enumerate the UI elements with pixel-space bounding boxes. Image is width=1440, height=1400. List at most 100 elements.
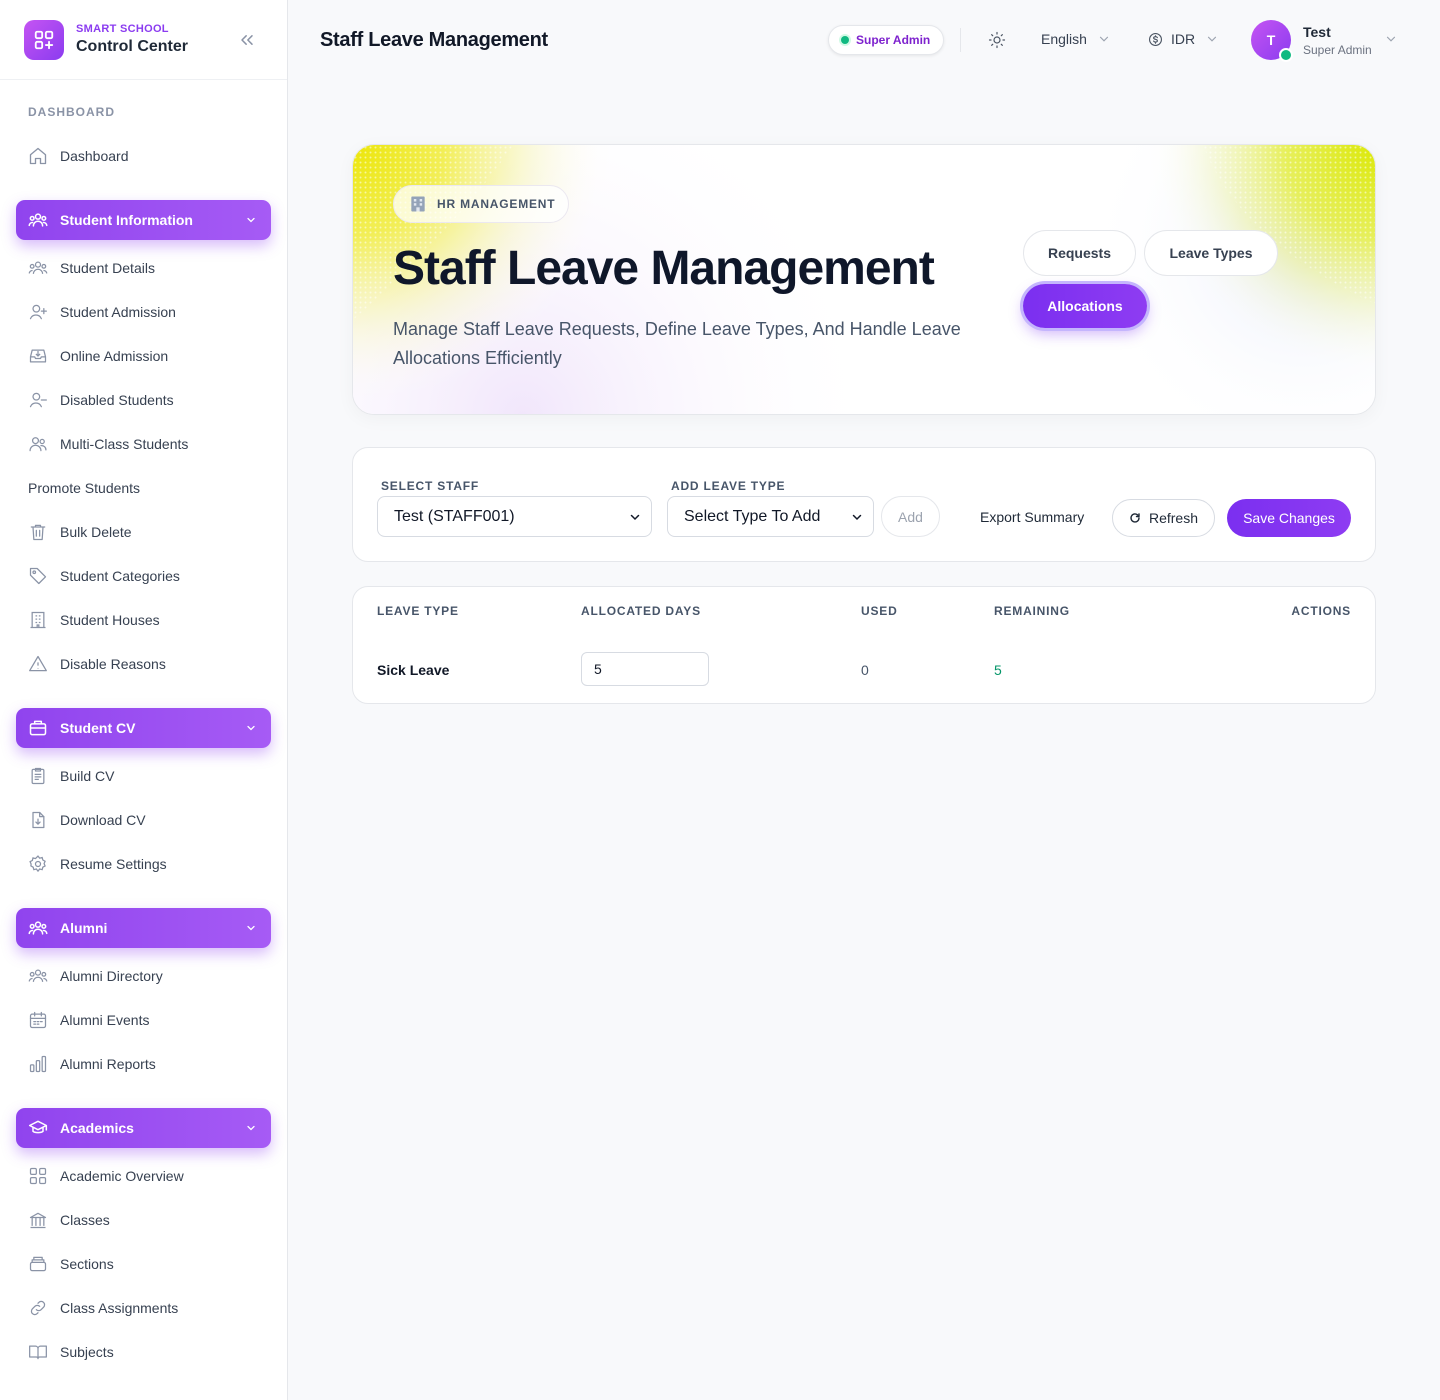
sidebar-item-label: Resume Settings (60, 856, 167, 872)
sidebar-item-label: Academic Overview (60, 1168, 184, 1184)
sidebar-item-build-cv[interactable]: Build CV (28, 764, 114, 788)
sidebar-item-promote-students[interactable]: Promote Students (28, 476, 140, 500)
user-minus-icon (28, 390, 48, 410)
sidebar-item-alumni-events[interactable]: Alumni Events (28, 1008, 149, 1032)
sidebar-item-label: Dashboard (60, 148, 129, 164)
sidebar: SMART SCHOOL Control Center DASHBOARD Da… (0, 0, 288, 1400)
sidebar-item-student-categories[interactable]: Student Categories (28, 564, 180, 588)
sidebar-item-alumni-reports[interactable]: Alumni Reports (28, 1052, 156, 1076)
sidebar-item-student-details[interactable]: Student Details (28, 256, 155, 280)
sidebar-item-sections[interactable]: Sections (28, 1252, 114, 1276)
sidebar-item-label: Alumni Reports (60, 1056, 156, 1072)
sidebar-item-disabled-students[interactable]: Disabled Students (28, 388, 174, 412)
online-status-icon (1279, 48, 1293, 62)
book-open-icon (28, 1342, 48, 1362)
user-group-icon (28, 434, 48, 454)
clipboard-document-icon (28, 766, 48, 786)
avatar-initial: T (1266, 32, 1276, 48)
leave-type-select-placeholder: Select Type To Add (684, 507, 821, 525)
sidebar-item-label: Student Houses (60, 612, 160, 628)
hero-tag-label: HR MANAGEMENT (437, 197, 556, 211)
briefcase-icon (28, 718, 48, 738)
user-role: Super Admin (1303, 43, 1372, 57)
topbar: Staff Leave Management Super Admin Engli… (288, 0, 1440, 80)
avatar[interactable]: T (1251, 20, 1293, 62)
refresh-button[interactable]: Refresh (1112, 499, 1215, 537)
language-label: English (1041, 31, 1087, 47)
staff-select[interactable]: Test (STAFF001) (377, 496, 652, 537)
leave-type-select-label: ADD LEAVE TYPE (671, 479, 786, 493)
sidebar-item-student-admission[interactable]: Student Admission (28, 300, 176, 324)
table-header-remaining: REMAINING (994, 604, 1070, 618)
sidebar-item-download-cv[interactable]: Download CV (28, 808, 146, 832)
sidebar-group-label: Alumni (60, 920, 108, 936)
sun-icon[interactable] (988, 31, 1006, 49)
brand-header: SMART SCHOOL Control Center (0, 0, 287, 80)
role-badge-label: Super Admin (856, 33, 931, 47)
sidebar-item-label: Class Assignments (60, 1300, 179, 1316)
leave-type-select[interactable]: Select Type To Add (667, 496, 874, 537)
cell-used: 0 (861, 662, 869, 678)
hero-title: Staff Leave Management (393, 242, 935, 295)
user-name[interactable]: Test (1303, 24, 1331, 40)
sidebar-item-bulk-delete[interactable]: Bulk Delete (28, 520, 132, 544)
sidebar-item-label: Disable Reasons (60, 656, 166, 672)
sidebar-item-alumni-directory[interactable]: Alumni Directory (28, 964, 163, 988)
staff-select-label: SELECT STAFF (381, 479, 480, 493)
collapse-sidebar-icon[interactable] (237, 30, 257, 50)
sidebar-item-label: Build CV (60, 768, 115, 784)
nav-heading-dashboard: DASHBOARD (28, 105, 115, 119)
status-dot-icon (841, 36, 849, 44)
building-icon (28, 610, 48, 630)
sidebar-item-academic-overview[interactable]: Academic Overview (28, 1164, 184, 1188)
sidebar-item-label: Online Admission (60, 348, 169, 364)
sidebar-item-label: Alumni Directory (60, 968, 163, 984)
table-header-leave-type: LEAVE TYPE (377, 604, 459, 618)
chevron-down-icon (245, 722, 257, 734)
sidebar-group-academics[interactable]: Academics (16, 1108, 271, 1148)
sidebar-item-class-assignments[interactable]: Class Assignments (28, 1296, 178, 1320)
sidebar-item-dashboard[interactable]: Dashboard (28, 144, 129, 168)
save-changes-button[interactable]: Save Changes (1227, 499, 1351, 537)
sidebar-item-subjects[interactable]: Subjects (28, 1340, 114, 1364)
users-icon (28, 258, 48, 278)
sidebar-group-student-cv[interactable]: Student CV (16, 708, 271, 748)
language-selector[interactable]: English (1041, 31, 1111, 47)
allocated-days-input[interactable]: 5 (581, 652, 709, 686)
refresh-label: Refresh (1148, 510, 1199, 526)
gear-icon (28, 854, 48, 874)
chevron-down-icon[interactable] (1384, 32, 1398, 46)
sidebar-item-label: Bulk Delete (60, 524, 132, 540)
sidebar-item-multi-class-students[interactable]: Multi-Class Students (28, 432, 188, 456)
sidebar-item-classes[interactable]: Classes (28, 1208, 110, 1232)
sidebar-group-alumni[interactable]: Alumni (16, 908, 271, 948)
sidebar-item-label: Multi-Class Students (60, 436, 189, 452)
table-header-allocated-days: ALLOCATED DAYS (581, 604, 701, 618)
hero-description: Manage Staff Leave Requests, Define Leav… (393, 319, 961, 368)
tab-leave-types[interactable]: Leave Types (1144, 230, 1278, 276)
users-icon (28, 966, 48, 986)
chevron-down-icon (245, 1122, 257, 1134)
tab-allocations[interactable]: Allocations (1023, 284, 1147, 328)
export-summary-button[interactable]: Export Summary (980, 509, 1084, 525)
sidebar-item-online-admission[interactable]: Online Admission (28, 344, 168, 368)
add-leave-type-button[interactable]: Add (881, 496, 940, 537)
sidebar-group-student-information[interactable]: Student Information (16, 200, 271, 240)
home-icon (28, 146, 48, 166)
tab-requests[interactable]: Requests (1023, 230, 1136, 276)
chevron-down-icon (245, 922, 257, 934)
sidebar-item-label: Alumni Events (60, 1012, 150, 1028)
sidebar-item-label: Student Categories (60, 568, 180, 584)
link-icon (28, 1298, 48, 1318)
currency-selector[interactable]: IDR (1148, 31, 1219, 47)
sidebar-item-resume-settings[interactable]: Resume Settings (28, 852, 167, 876)
office-building-icon (408, 194, 428, 214)
brand-logo-icon (24, 19, 64, 60)
sidebar-item-student-houses[interactable]: Student Houses (28, 608, 160, 632)
users-icon (28, 918, 48, 938)
sidebar-item-disable-reasons[interactable]: Disable Reasons (28, 652, 166, 676)
table-header-actions: ACTIONS (1291, 604, 1351, 618)
chevron-down-icon (851, 511, 863, 523)
brand-subtitle: SMART SCHOOL (76, 23, 169, 35)
institution-icon (28, 1210, 48, 1230)
